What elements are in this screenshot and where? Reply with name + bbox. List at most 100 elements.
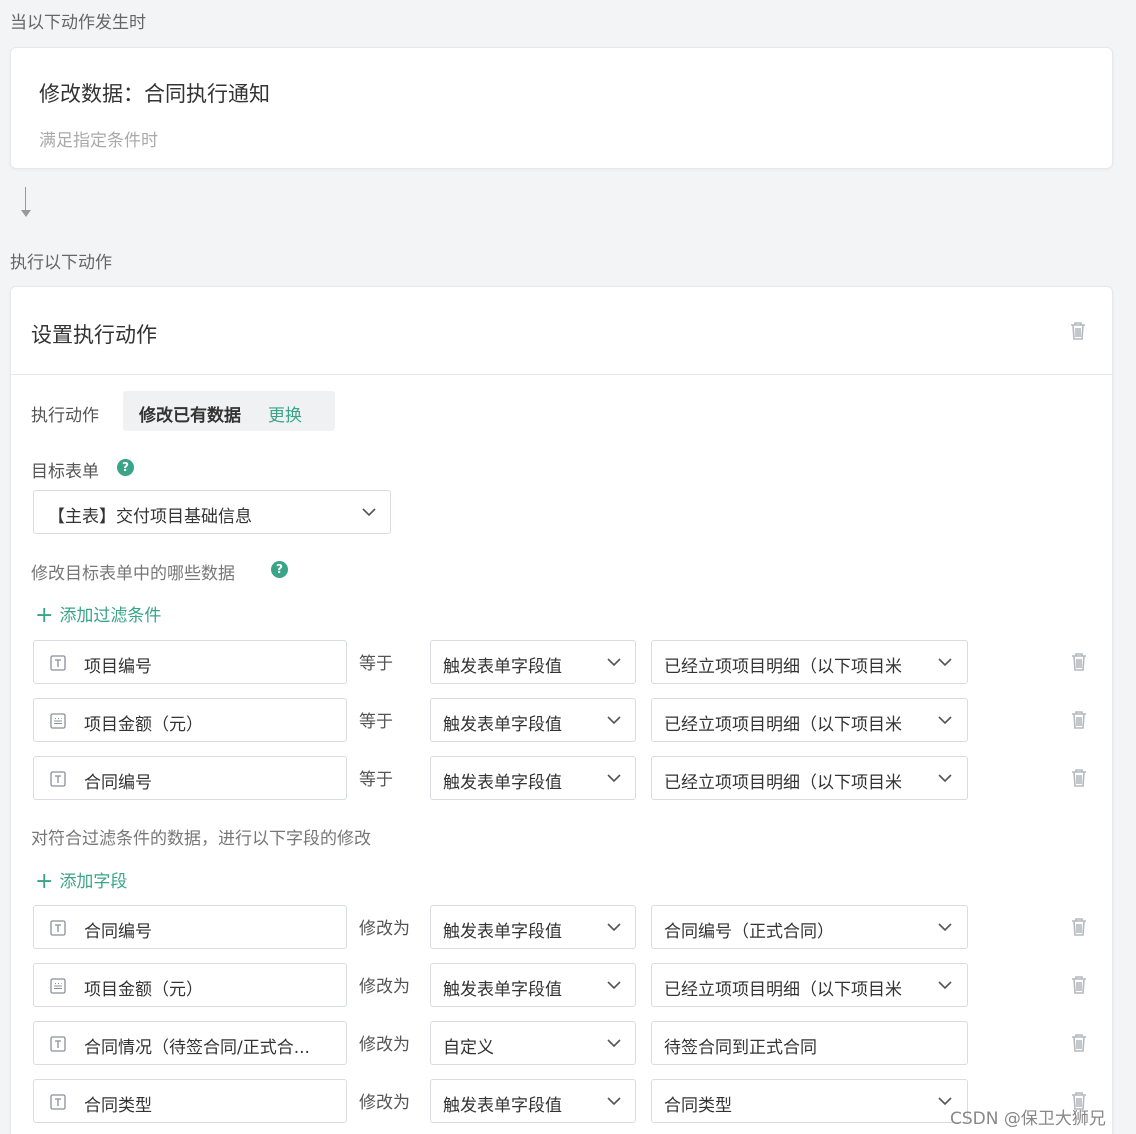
- chevron-down-icon: [607, 922, 621, 932]
- source-select[interactable]: 触发表单字段值: [430, 1079, 636, 1123]
- operator-label: 修改为: [359, 1093, 410, 1113]
- add-field-label: 添加字段: [59, 872, 128, 892]
- field-select[interactable]: 合同情况（待签合同/正式合...: [33, 1021, 347, 1065]
- chevron-down-icon: [938, 922, 952, 932]
- field-select[interactable]: 合同类型: [33, 1079, 347, 1123]
- delete-row-trash-icon[interactable]: [1070, 768, 1088, 788]
- source-value: 触发表单字段值: [443, 1096, 562, 1116]
- field-name: 合同情况（待签合同/正式合...: [84, 1038, 310, 1058]
- chevron-down-icon: [607, 1096, 621, 1106]
- field-name: 项目编号: [84, 657, 152, 677]
- text-field-icon: [50, 1036, 66, 1052]
- operator-label: 修改为: [359, 919, 410, 939]
- trigger-condition: 满足指定条件时: [39, 131, 158, 151]
- source-select[interactable]: 自定义: [430, 1021, 636, 1065]
- action-card-title: 设置执行动作: [31, 323, 157, 347]
- operator-label: 修改为: [359, 977, 410, 997]
- chevron-down-icon: [607, 980, 621, 990]
- source-select[interactable]: 触发表单字段值: [430, 963, 636, 1007]
- value-text: 已经立项项目明细（以下项目米: [664, 773, 902, 793]
- delete-row-trash-icon[interactable]: [1070, 652, 1088, 672]
- target-form-select[interactable]: 【主表】交付项目基础信息: [33, 490, 391, 534]
- operator-label: 修改为: [359, 1035, 410, 1055]
- text-field-icon: [50, 655, 66, 671]
- target-form-value: 【主表】交付项目基础信息: [48, 507, 252, 527]
- add-field-button[interactable]: + 添加字段: [35, 867, 128, 894]
- number-field-icon: [50, 713, 66, 729]
- source-value: 自定义: [443, 1038, 494, 1058]
- delete-row-trash-icon[interactable]: [1070, 975, 1088, 995]
- value-select[interactable]: 已经立项项目明细（以下项目米: [651, 640, 968, 684]
- trigger-card[interactable]: 修改数据：合同执行通知 满足指定条件时: [10, 47, 1113, 169]
- value-text: 已经立项项目明细（以下项目米: [664, 980, 902, 1000]
- value-text: 已经立项项目明细（以下项目米: [664, 657, 902, 677]
- delete-row-trash-icon[interactable]: [1070, 1033, 1088, 1053]
- delete-action-trash-icon[interactable]: [1069, 321, 1087, 341]
- delete-row-trash-icon[interactable]: [1070, 710, 1088, 730]
- target-form-help-icon[interactable]: ?: [117, 459, 134, 476]
- operator-label: 等于: [359, 770, 393, 790]
- value-select[interactable]: 合同类型: [651, 1079, 968, 1123]
- value-select[interactable]: 已经立项项目明细（以下项目米: [651, 756, 968, 800]
- field-select[interactable]: 项目金额（元）: [33, 963, 347, 1007]
- value-text: 待签合同到正式合同: [664, 1038, 817, 1058]
- source-value: 触发表单字段值: [443, 922, 562, 942]
- action-card: 设置执行动作 执行动作 修改已有数据 更换 目标表单 ? 【主表】交付项目基础信…: [10, 286, 1113, 1134]
- action-section-label: 执行以下动作: [10, 253, 112, 273]
- field-name: 合同编号: [84, 773, 152, 793]
- chevron-down-icon: [607, 715, 621, 725]
- filter-section-label: 修改目标表单中的哪些数据: [31, 564, 235, 584]
- add-filter-label: 添加过滤条件: [59, 606, 162, 626]
- field-select[interactable]: 项目金额（元）: [33, 698, 347, 742]
- action-row-label: 执行动作: [31, 406, 99, 426]
- chevron-down-icon: [362, 507, 376, 517]
- field-select[interactable]: 合同编号: [33, 905, 347, 949]
- source-select[interactable]: 触发表单字段值: [430, 698, 636, 742]
- chevron-down-icon: [938, 715, 952, 725]
- text-field-icon: [50, 1094, 66, 1110]
- field-name: 项目金额（元）: [84, 980, 203, 1000]
- update-section-label: 对符合过滤条件的数据，进行以下字段的修改: [31, 829, 371, 849]
- chevron-down-icon: [938, 657, 952, 667]
- value-text: 合同编号（正式合同）: [664, 922, 834, 942]
- value-text: 合同类型: [664, 1096, 732, 1116]
- value-select[interactable]: 已经立项项目明细（以下项目米: [651, 963, 968, 1007]
- operator-label: 等于: [359, 654, 393, 674]
- watermark: CSDN @保卫大狮兄: [950, 1109, 1106, 1129]
- trigger-section-label: 当以下动作发生时: [10, 13, 146, 33]
- value-select[interactable]: 合同编号（正式合同）: [651, 905, 968, 949]
- text-field-icon: [50, 771, 66, 787]
- number-field-icon: [50, 978, 66, 994]
- action-type-chip: 修改已有数据 更换: [123, 391, 335, 431]
- target-form-label: 目标表单: [31, 462, 99, 482]
- field-name: 合同类型: [84, 1096, 152, 1116]
- chevron-down-icon: [607, 1038, 621, 1048]
- source-select[interactable]: 触发表单字段值: [430, 905, 636, 949]
- value-select[interactable]: 已经立项项目明细（以下项目米: [651, 698, 968, 742]
- operator-label: 等于: [359, 712, 393, 732]
- value-select[interactable]: 待签合同到正式合同: [651, 1021, 968, 1065]
- delete-row-trash-icon[interactable]: [1070, 917, 1088, 937]
- change-action-link[interactable]: 更换: [268, 401, 302, 426]
- action-card-header: 设置执行动作: [11, 287, 1112, 375]
- chevron-down-icon: [607, 773, 621, 783]
- source-value: 触发表单字段值: [443, 657, 562, 677]
- source-value: 触发表单字段值: [443, 715, 562, 735]
- chevron-down-icon: [938, 980, 952, 990]
- plus-icon: +: [35, 603, 54, 628]
- chevron-down-icon: [938, 773, 952, 783]
- source-select[interactable]: 触发表单字段值: [430, 640, 636, 684]
- add-filter-button[interactable]: + 添加过滤条件: [35, 601, 162, 628]
- action-type-value: 修改已有数据: [139, 406, 241, 426]
- field-select[interactable]: 合同编号: [33, 756, 347, 800]
- value-text: 已经立项项目明细（以下项目米: [664, 715, 902, 735]
- source-select[interactable]: 触发表单字段值: [430, 756, 636, 800]
- field-name: 合同编号: [84, 922, 152, 942]
- source-value: 触发表单字段值: [443, 980, 562, 1000]
- filter-help-icon[interactable]: ?: [271, 561, 288, 578]
- source-value: 触发表单字段值: [443, 773, 562, 793]
- arrow-down-icon: [21, 210, 31, 217]
- trigger-title: 修改数据：合同执行通知: [39, 82, 270, 106]
- field-select[interactable]: 项目编号: [33, 640, 347, 684]
- text-field-icon: [50, 920, 66, 936]
